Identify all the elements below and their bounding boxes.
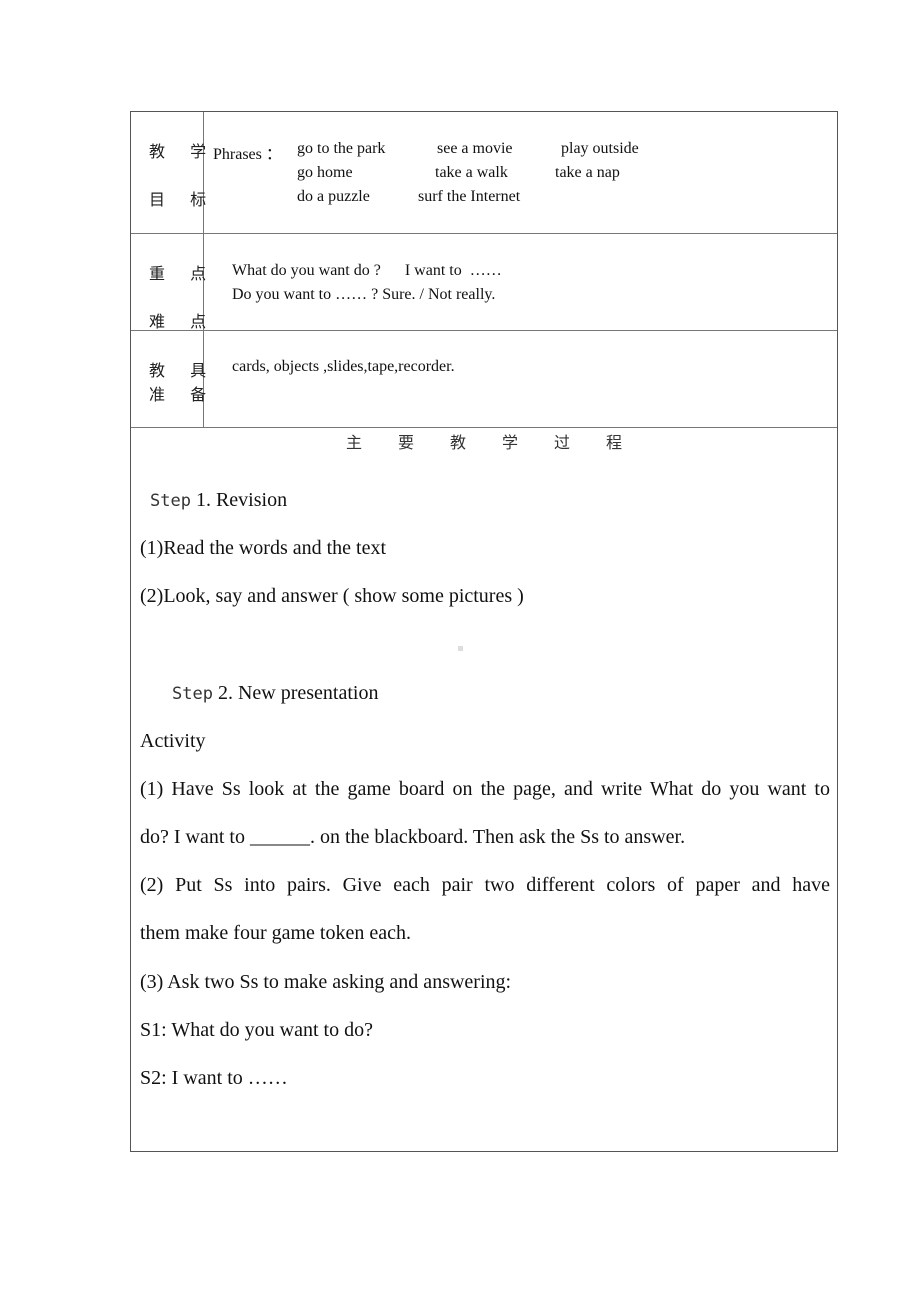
- row-teaching-objectives: 教 学 目 标 Phrases ： go to the park see a m…: [131, 112, 837, 234]
- row-teaching-aids: 教 具 准 备 cards, objects ,slides,tape,reco…: [131, 331, 837, 428]
- teaching-process-section: 主 要 教 学 过 程 Step 1. Revision (1)Read the word…: [131, 428, 837, 1152]
- phrase: go home: [297, 164, 353, 181]
- step-prefix: Step: [150, 491, 191, 511]
- step1-item: (1)Read the words and the text: [140, 537, 387, 559]
- heading-char: 要: [397, 433, 414, 452]
- step1-heading: Step 1. Revision: [150, 489, 287, 512]
- phrase: go to the park: [297, 140, 386, 157]
- phrase: surf the Internet: [418, 188, 521, 205]
- dialogue-line: S1: What do you want to do?: [140, 1019, 373, 1041]
- decorative-mark: [458, 646, 463, 651]
- step-title: 1. Revision: [195, 489, 288, 511]
- phrase: play outside: [561, 140, 639, 157]
- phrase: do a puzzle: [297, 188, 370, 205]
- activity-line: (3) Ask two Ss to make asking and answer…: [140, 971, 512, 993]
- document-page: 教 学 目 标 Phrases ： go to the park see a m…: [0, 0, 920, 1302]
- phrase: take a walk: [435, 164, 508, 181]
- heading-char: 学: [502, 433, 519, 452]
- phrase: see a movie: [437, 140, 513, 157]
- teaching-aids-cell: cards, objects ,slides,tape,recorder.: [205, 331, 837, 427]
- activity-line: do? I want to ______. on the blackboard.…: [140, 826, 686, 848]
- heading-char: 过: [554, 433, 571, 452]
- dialogue-line: S2: I want to ……: [140, 1067, 288, 1089]
- step-title: 2. New presentation: [217, 682, 379, 704]
- step-prefix: Step: [172, 684, 213, 704]
- heading-char: 主: [345, 433, 362, 452]
- objectives-cell: Phrases ： go to the park see a movie pla…: [205, 112, 837, 233]
- phrase: take a nap: [555, 164, 620, 181]
- key-point-line: What do you want do ? I want to ……: [232, 262, 502, 279]
- activity-line: (1) Have Ss look at the game board on th…: [140, 778, 830, 800]
- activity-label: Activity: [140, 730, 206, 752]
- row-label: 教 具 准 备: [131, 331, 206, 427]
- activity-line: (2) Put Ss into pairs. Give each pair tw…: [140, 874, 830, 896]
- process-heading: 主要教学过程: [131, 429, 837, 453]
- teaching-aids-text: cards, objects ,slides,tape,recorder.: [232, 358, 455, 375]
- heading-char: 程: [606, 433, 623, 452]
- row-label: 重 点 难 点: [131, 234, 206, 331]
- phrases-label: Phrases ：: [213, 146, 282, 163]
- key-point-line: Do you want to …… ? Sure. / Not really.: [232, 286, 496, 303]
- step1-item: (2)Look, say and answer ( show some pict…: [140, 585, 524, 607]
- row-key-points: 重 点 难 点 What do you want do ? I want to …: [131, 234, 837, 331]
- activity-line: them make four game token each.: [140, 922, 411, 944]
- heading-char: 教: [449, 433, 466, 452]
- lesson-plan-table: 教 学 目 标 Phrases ： go to the park see a m…: [130, 111, 838, 1152]
- key-points-cell: What do you want do ? I want to …… Do yo…: [205, 234, 837, 330]
- row-label: 教 学 目 标: [131, 112, 206, 233]
- step2-heading: Step 2. New presentation: [172, 682, 378, 705]
